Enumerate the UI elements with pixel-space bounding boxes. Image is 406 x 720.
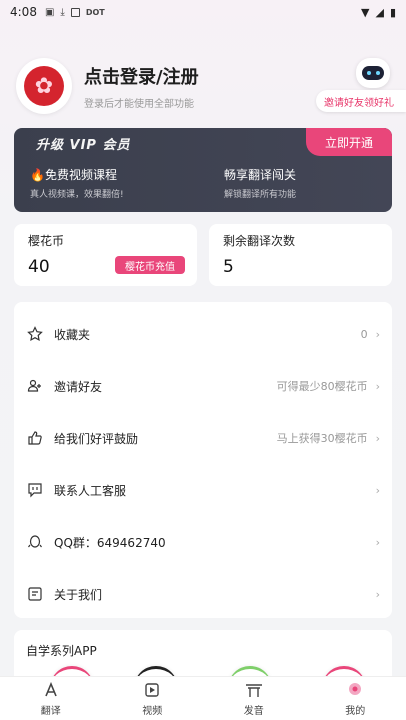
menu-item-qq[interactable]: QQ群：649462740 › [14,522,392,562]
chevron-right-icon: › [375,587,380,601]
video-icon [144,681,160,699]
chevron-right-icon: › [375,379,380,393]
translate-icon [43,681,59,699]
vip-open-button[interactable]: 立即开通 [306,128,392,156]
vip-feature-title: 🔥免费视频课程 [30,168,117,182]
robot-icon[interactable] [356,58,390,88]
wifi-icon: ▼ [361,5,370,19]
recharge-button[interactable]: 樱花币充值 [115,256,185,274]
chevron-right-icon: › [375,483,380,497]
dot-label: DOT [85,7,105,17]
qq-icon [26,533,44,551]
settings-menu: 收藏夹 0 › 邀请好友 可得最少80樱花币 › 给我们好评鼓励 马上获得30樱花币… [14,302,392,618]
nav-label: 发音 [243,705,264,717]
chat-icon [26,481,44,499]
vip-feature-title: 畅享翻译闯关 [224,168,297,182]
nav-pronunciation[interactable]: 发音 [203,677,305,720]
login-area[interactable]: ✿ 点击登录/注册 登录后才能使用全部功能 [16,58,199,114]
menu-label: 给我们好评鼓励 [54,431,139,446]
menu-item-support[interactable]: 联系人工客服 › [14,470,392,510]
avatar[interactable]: ✿ [16,58,72,114]
login-title[interactable]: 点击登录/注册 [84,63,199,89]
download-icon: ⤓ [60,6,65,18]
nav-video[interactable]: 视频 [102,677,204,720]
chevron-right-icon: › [375,431,380,445]
vip-feature-subtitle: 真人视频课，效果翻倍! [30,190,124,200]
menu-item-favorites[interactable]: 收藏夹 0 › [14,314,392,354]
coins-card[interactable]: 樱花币 40 樱花币充值 [14,224,197,286]
sakura-logo-icon: ✿ [24,66,64,106]
signal-icon: ◢ [375,5,384,19]
apps-title: 自学系列APP [26,644,97,658]
vip-feature-subtitle: 解锁翻译所有功能 [224,190,297,200]
menu-label: 关于我们 [54,587,103,602]
coins-label: 樱花币 [28,234,65,248]
nav-label: 翻译 [40,705,61,717]
menu-item-invite[interactable]: 邀请好友 可得最少80樱花币 › [14,366,392,406]
gallery-icon: ▣ [44,6,55,18]
vip-title: 升级 VIP 会员 [36,138,131,153]
translations-value: 5 [223,257,234,277]
menu-right-text: 0 [360,327,368,341]
menu-right-text: 马上获得30樱花币 [276,432,368,445]
thumbs-up-icon [26,429,44,447]
nav-translate[interactable]: 翻译 [0,677,102,720]
status-bar: 4:08 ▣ ⤓ DOT ▼ ◢ ▮ [0,0,406,24]
menu-label: 邀请好友 [54,379,103,394]
nav-label: 视频 [142,705,163,717]
invite-friends-badge[interactable]: 邀请好友领好礼 [316,90,406,112]
menu-right-text: 可得最少80樱花币 [276,380,368,393]
translations-label: 剩余翻译次数 [223,234,296,248]
app-notification-icon [70,7,80,17]
menu-label: 联系人工客服 [54,483,127,498]
translations-card[interactable]: 剩余翻译次数 5 [209,224,392,286]
vip-feature-video: 🔥免费视频课程 真人视频课，效果翻倍! [30,166,124,200]
invite-icon [26,377,44,395]
star-icon [26,325,44,343]
login-subtitle: 登录后才能使用全部功能 [84,98,194,110]
chevron-right-icon: › [375,535,380,549]
status-time: 4:08 [10,5,37,19]
bottom-nav: 翻译 视频 发音 我的 [0,676,406,720]
menu-item-about[interactable]: 关于我们 › [14,574,392,614]
about-icon [26,585,44,603]
nav-profile[interactable]: 我的 [305,677,406,720]
chevron-right-icon: › [375,327,380,341]
vip-card[interactable]: 升级 VIP 会员 立即开通 🔥免费视频课程 真人视频课，效果翻倍! 畅享翻译闯… [14,128,392,212]
pronunciation-icon [245,681,263,699]
menu-item-rate[interactable]: 给我们好评鼓励 马上获得30樱花币 › [14,418,392,458]
battery-icon: ▮ [389,5,396,19]
profile-icon [346,681,364,699]
nav-label: 我的 [345,705,366,717]
menu-label: 收藏夹 [54,327,91,342]
vip-feature-translate: 畅享翻译闯关 解锁翻译所有功能 [224,166,296,200]
notification-icons: ▣ ⤓ DOT [45,7,105,18]
menu-label: QQ群：649462740 [54,535,166,550]
